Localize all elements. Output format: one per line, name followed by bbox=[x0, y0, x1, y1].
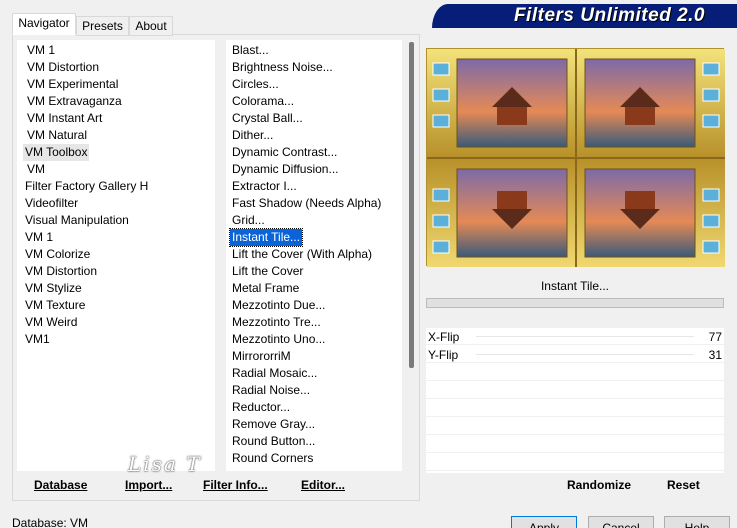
import-button[interactable]: Import... bbox=[125, 478, 172, 492]
category-item[interactable]: VM1 bbox=[23, 331, 52, 348]
tab-about[interactable]: About bbox=[129, 16, 173, 36]
category-list[interactable]: VM 1 VM Distortion VM Experimental VM Extra… bbox=[17, 40, 215, 471]
filter-item[interactable]: Lift the Cover bbox=[230, 263, 305, 280]
filter-item[interactable]: Extractor I... bbox=[230, 178, 299, 195]
filter-item[interactable]: Round Corners bbox=[230, 450, 315, 467]
brand-title: Filters Unlimited 2.0 bbox=[513, 5, 705, 26]
param-row-empty bbox=[426, 418, 724, 435]
category-item[interactable]: VM 1 bbox=[23, 229, 55, 246]
filter-item[interactable]: Brightness Noise... bbox=[230, 59, 335, 76]
category-item[interactable]: Videofilter bbox=[23, 195, 80, 212]
category-item[interactable]: VM Natural bbox=[25, 127, 89, 144]
watermark-text: Lisa T bbox=[128, 452, 202, 476]
filter-item[interactable]: Instant Tile... bbox=[228, 228, 304, 247]
param-row-empty bbox=[426, 382, 724, 399]
param-slider[interactable] bbox=[476, 336, 694, 337]
filter-item[interactable]: Circles... bbox=[230, 76, 281, 93]
param-row-empty bbox=[426, 454, 724, 471]
editor-button[interactable]: Editor... bbox=[301, 478, 345, 492]
apply-button[interactable]: Apply bbox=[511, 516, 577, 528]
reset-button[interactable]: Reset bbox=[667, 478, 700, 492]
param-row-yflip[interactable]: Y-Flip 31 bbox=[426, 346, 724, 363]
cancel-button[interactable]: Cancel bbox=[588, 516, 654, 528]
category-item[interactable]: VM Toolbox bbox=[23, 144, 90, 161]
filter-item[interactable]: MirrororriM bbox=[230, 348, 293, 365]
category-item[interactable]: VM Distortion bbox=[25, 59, 101, 76]
filter-item[interactable]: Dynamic Contrast... bbox=[230, 144, 339, 161]
filter-item[interactable]: Colorama... bbox=[230, 93, 296, 110]
filter-item[interactable]: Mezzotinto Tre... bbox=[230, 314, 323, 331]
param-label: Y-Flip bbox=[428, 348, 459, 362]
category-item[interactable]: VM Texture bbox=[23, 297, 87, 314]
param-row-empty bbox=[426, 364, 724, 381]
param-value: 31 bbox=[708, 348, 722, 362]
category-item[interactable]: Visual Manipulation bbox=[23, 212, 131, 229]
help-button[interactable]: Help bbox=[664, 516, 730, 528]
category-item[interactable]: VM Weird bbox=[23, 314, 79, 331]
filters-unlimited-logo: Filters Unlimited 2.0 bbox=[432, 4, 737, 28]
randomize-button[interactable]: Randomize bbox=[567, 478, 631, 492]
filter-item[interactable]: Blast... bbox=[230, 42, 271, 59]
param-row-empty bbox=[426, 400, 724, 417]
param-label: X-Flip bbox=[428, 330, 460, 344]
filter-item[interactable]: Radial Mosaic... bbox=[230, 365, 319, 382]
filter-item[interactable]: Round Button... bbox=[230, 433, 317, 450]
tab-navigator[interactable]: Navigator bbox=[12, 13, 76, 35]
category-item[interactable]: VM Stylize bbox=[23, 280, 84, 297]
category-item[interactable]: VM Colorize bbox=[23, 246, 92, 263]
tab-presets[interactable]: Presets bbox=[76, 16, 129, 36]
category-item[interactable]: VM Experimental bbox=[25, 76, 120, 93]
parameter-panel: X-Flip 77 Y-Flip 31 bbox=[426, 328, 724, 473]
param-row-xflip[interactable]: X-Flip 77 bbox=[426, 328, 724, 345]
tiled-preview-graphic bbox=[427, 49, 725, 267]
status-text: Database: VM bbox=[12, 516, 89, 528]
preview-image bbox=[426, 48, 725, 267]
filter-info-button[interactable]: Filter Info... bbox=[203, 478, 268, 492]
filter-item[interactable]: Grid... bbox=[230, 212, 267, 229]
category-item[interactable]: VM Distortion bbox=[23, 263, 99, 280]
category-item[interactable]: VM Extravaganza bbox=[25, 93, 124, 110]
filter-item[interactable]: Lift the Cover (With Alpha) bbox=[230, 246, 374, 263]
filter-item[interactable]: Radial Noise... bbox=[230, 382, 312, 399]
category-item[interactable]: VM Instant Art bbox=[25, 110, 104, 127]
filter-item[interactable]: Mezzotinto Uno... bbox=[230, 331, 327, 348]
filter-item[interactable]: Metal Frame bbox=[230, 280, 301, 297]
database-button[interactable]: Database bbox=[34, 478, 87, 492]
filter-item[interactable]: Crystal Ball... bbox=[230, 110, 305, 127]
filter-item[interactable]: Dynamic Diffusion... bbox=[230, 161, 340, 178]
param-slider[interactable] bbox=[476, 354, 694, 355]
category-item[interactable]: VM 1 bbox=[25, 42, 57, 59]
filter-list[interactable]: Blast... Brightness Noise... Circles... Col… bbox=[226, 40, 402, 471]
current-filter-name: Instant Tile... bbox=[426, 272, 724, 298]
filter-item[interactable]: Dither... bbox=[230, 127, 275, 144]
param-row-empty bbox=[426, 436, 724, 453]
category-item[interactable]: Filter Factory Gallery H bbox=[23, 178, 150, 195]
param-value: 77 bbox=[708, 330, 722, 344]
filter-item[interactable]: Remove Gray... bbox=[230, 416, 317, 433]
category-item[interactable]: VM bbox=[25, 161, 47, 178]
filter-item[interactable]: Mezzotinto Due... bbox=[230, 297, 327, 314]
filter-item[interactable]: Fast Shadow (Needs Alpha) bbox=[230, 195, 383, 212]
filter-item[interactable]: Reductor... bbox=[230, 399, 292, 416]
filter-list-scrollbar-thumb[interactable] bbox=[409, 42, 414, 368]
progress-bar bbox=[426, 298, 724, 308]
